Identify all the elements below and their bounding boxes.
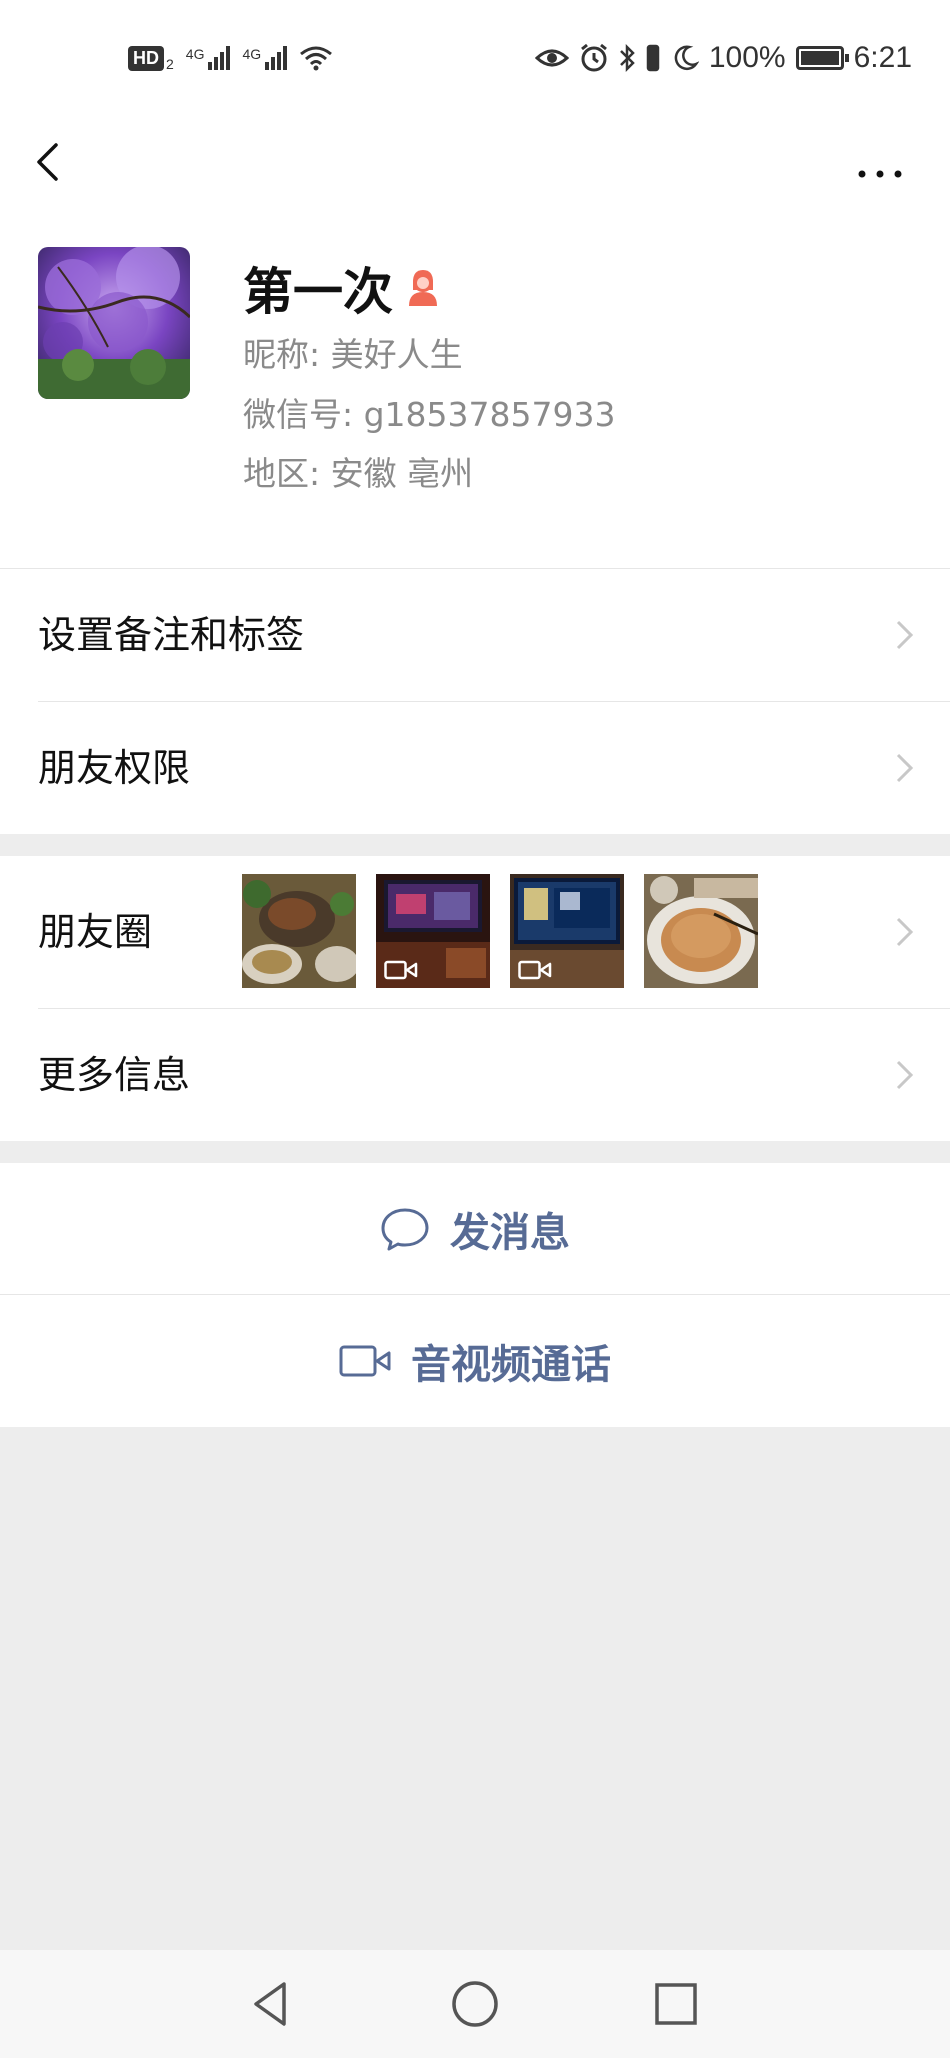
wechat-id-text: 微信号: g18537857933 xyxy=(243,395,616,434)
system-nav-bar xyxy=(0,1950,950,2058)
moment-thumbnail[interactable] xyxy=(376,874,490,988)
bluetooth-icon xyxy=(619,43,635,73)
send-message-label: 发消息 xyxy=(450,1210,570,1256)
moment-thumbnail[interactable] xyxy=(510,874,624,988)
avatar[interactable] xyxy=(38,247,190,399)
nav-home-icon[interactable] xyxy=(447,1976,503,2032)
alarm-icon xyxy=(580,43,607,72)
status-right: 100% 6:21 xyxy=(534,38,912,78)
friend-permissions-label: 朋友权限 xyxy=(38,746,191,790)
moment-thumbnail[interactable] xyxy=(242,874,356,988)
chevron-right-icon xyxy=(896,753,914,783)
clock: 6:21 xyxy=(853,41,912,74)
video-camera-icon xyxy=(384,960,418,980)
more-info-label: 更多信息 xyxy=(38,1053,191,1097)
send-message-button[interactable]: 发消息 xyxy=(0,1163,950,1295)
signal-icon: 4G xyxy=(242,46,288,70)
remark-tags-row[interactable]: 设置备注和标签 xyxy=(0,569,950,701)
profile-name: 第一次 xyxy=(243,252,441,324)
moment-thumbnail[interactable] xyxy=(644,874,758,988)
video-call-icon xyxy=(339,1345,391,1377)
friend-permissions-row[interactable]: 朋友权限 xyxy=(0,702,950,834)
moments-label: 朋友圈 xyxy=(38,910,153,954)
female-icon xyxy=(409,270,437,306)
chevron-right-icon xyxy=(896,1060,914,1090)
more-dots-icon[interactable] xyxy=(850,132,910,192)
battery-percent: 100% xyxy=(708,41,786,74)
chat-bubble-icon xyxy=(381,1208,429,1251)
profile-name-text: 第一次 xyxy=(243,263,393,321)
sim1-label: 4G xyxy=(185,46,205,62)
remark-tags-label: 设置备注和标签 xyxy=(38,613,305,657)
chevron-right-icon xyxy=(896,917,914,947)
region-text: 地区: 安徽 亳州 xyxy=(243,454,474,493)
chevron-left-icon[interactable] xyxy=(30,132,90,192)
video-camera-icon xyxy=(518,960,552,980)
noodle-photo xyxy=(644,874,758,988)
av-call-label: 音视频通话 xyxy=(411,1342,611,1388)
moments-section: 朋友圈 更多信息 xyxy=(0,856,950,1141)
signal-icon: 4G xyxy=(186,46,231,70)
status-left: HD 2 4G 4G xyxy=(128,38,333,78)
sim2-label: 4G xyxy=(242,46,262,62)
settings-section: 设置备注和标签 朋友权限 xyxy=(0,569,950,834)
top-nav-bar xyxy=(0,112,950,222)
moments-row[interactable]: 朋友圈 xyxy=(0,856,950,1008)
nickname-text: 昵称: 美好人生 xyxy=(243,335,463,374)
moments-thumbnails xyxy=(242,874,758,988)
chevron-right-icon xyxy=(896,620,914,650)
battery-icon xyxy=(795,46,849,70)
wifi-icon xyxy=(300,46,333,71)
more-info-row[interactable]: 更多信息 xyxy=(0,1009,950,1141)
status-bar: HD 2 4G 4G 100% 6:21 xyxy=(0,0,950,112)
food-photo xyxy=(242,874,356,988)
vibrate-icon xyxy=(646,44,660,72)
eye-icon xyxy=(534,49,569,67)
nav-recents-icon[interactable] xyxy=(648,1976,704,2032)
av-call-button[interactable]: 音视频通话 xyxy=(0,1295,950,1427)
profile-card: 第一次 昵称: 美好人生 微信号: g18537857933 地区: 安徽 亳州 xyxy=(0,222,950,569)
hd-sub-label: 2 xyxy=(166,56,174,72)
hd-icon: HD xyxy=(128,45,164,71)
nav-back-icon[interactable] xyxy=(244,1976,300,2032)
avatar-image xyxy=(38,247,190,399)
moon-icon xyxy=(674,45,699,71)
